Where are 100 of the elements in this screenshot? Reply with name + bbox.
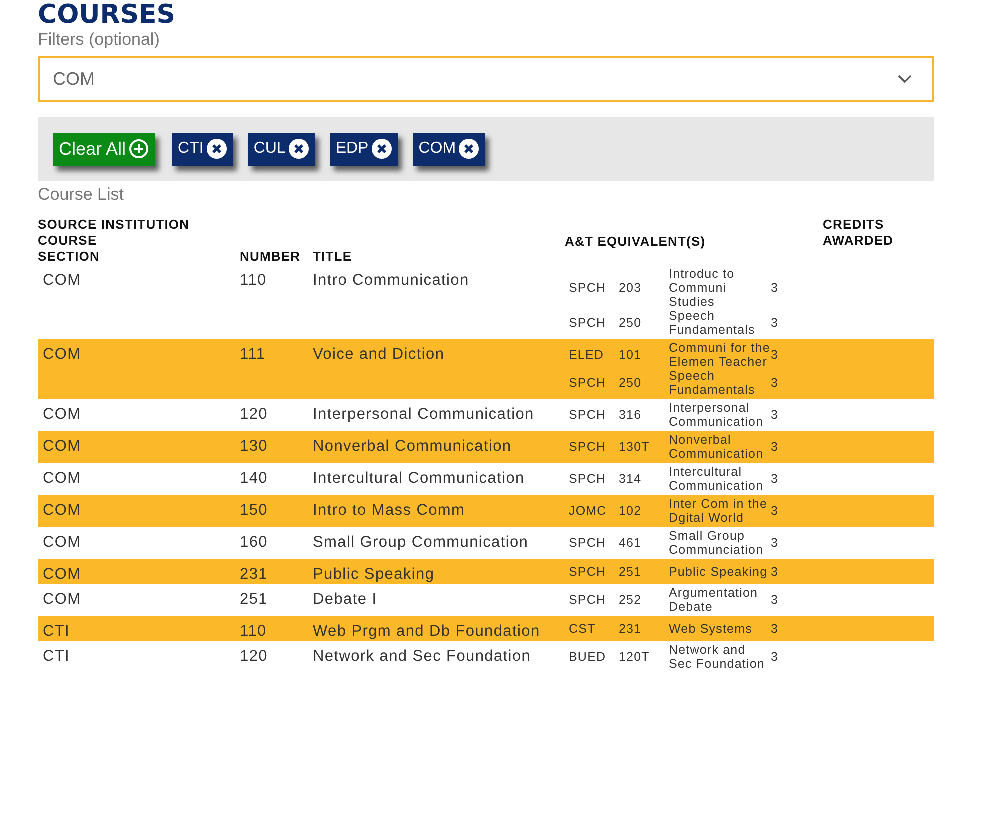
table-cell-text: Network and Sec Foundation	[669, 643, 766, 671]
table-cell-text: COM	[42, 533, 82, 553]
table-cell-text: SPCH	[568, 536, 608, 550]
table-cell-text: 461	[619, 536, 643, 550]
table-cell: 3	[771, 316, 779, 330]
chevron-down-icon	[898, 74, 912, 84]
table-cell: 3	[771, 408, 779, 422]
table-cell-text: SPCH	[568, 593, 608, 607]
table-cell: 3	[771, 348, 779, 362]
table-cell-text: COM	[42, 469, 82, 489]
column-header: SOURCE INSTITUTION	[38, 217, 191, 233]
table-cell-text: 231	[619, 622, 643, 636]
table-cell: Communi for the Elemen Teacher	[669, 341, 771, 369]
table-cell: 3	[771, 472, 779, 486]
table-cell-text: Interpersonal Communication	[669, 401, 765, 429]
table-cell-text: Intercultural Communication	[669, 465, 765, 493]
table-cell-text: 102	[619, 504, 643, 518]
table-cell-text: Speech Fundamentals	[669, 369, 756, 397]
table-cell-text: Speech Fundamentals	[669, 309, 756, 337]
table-cell-text: 160	[240, 533, 269, 553]
table-cell: 3	[771, 440, 779, 454]
filter-chip[interactable]: EDP	[330, 132, 398, 166]
filter-chip[interactable]: COM	[412, 132, 486, 166]
table-cell-text: Web Systems	[669, 622, 754, 636]
remove-icon	[206, 139, 227, 159]
table-cell-text: 130	[240, 437, 269, 457]
table-cell-text: Public Speaking	[669, 564, 769, 578]
table-cell-text: BUED	[568, 650, 608, 664]
table-cell-text: COM	[42, 565, 82, 584]
filter-chip[interactable]: CTI	[172, 132, 233, 166]
table-cell-text: Interpersonal Communication	[313, 405, 536, 425]
table-cell-text: COM	[42, 501, 82, 521]
table-cell: 3	[771, 622, 779, 636]
table-cell-text: SPCH	[568, 281, 608, 295]
table-cell-text: Intro to Mass Comm	[313, 501, 466, 521]
table-cell-text: SPCH	[568, 472, 608, 486]
filter-chip[interactable]: CUL	[248, 132, 315, 166]
table-cell-text: 130T	[619, 440, 651, 454]
table-cell-text: SPCH	[568, 408, 608, 422]
column-header: A&T EQUIVALENT(S)	[565, 234, 707, 248]
table-cell: 3	[771, 376, 779, 390]
table-cell-text: COM	[42, 405, 82, 425]
table-cell-text: Web Prgm and Db Foundation	[313, 622, 542, 641]
table-cell-text: 120	[240, 647, 269, 667]
table-cell-text: 101	[619, 348, 643, 362]
table-cell-text: SPCH	[568, 376, 608, 390]
table-cell-text: Argumentation Debate	[669, 586, 760, 614]
remove-icon	[459, 139, 480, 159]
table-cell-text: 316	[619, 408, 643, 422]
table-cell-text: SPCH	[568, 316, 608, 330]
table-cell-text: 252	[619, 593, 643, 607]
table-cell-text: SPCH	[568, 564, 608, 578]
table-cell-text: Public Speaking	[313, 565, 436, 584]
table-cell-text: 110	[240, 622, 268, 641]
table-cell-text: Intro Communication	[313, 271, 470, 291]
table-cell-text: Small Group Communication	[313, 533, 530, 553]
table-cell-text: Inter Com in the Dgital World	[669, 497, 769, 525]
page-heading: COURSES	[38, 0, 177, 30]
column-header: TITLE	[313, 249, 354, 265]
remove-icon	[288, 139, 309, 159]
clear-all-button[interactable]: Clear All	[53, 132, 156, 166]
table-cell-text: 231	[240, 565, 269, 584]
course-list-caption: Course List	[38, 185, 125, 205]
table-cell-text: Nonverbal Communication	[669, 433, 765, 461]
table-cell-text: 120	[240, 405, 269, 425]
table-cell-text: Nonverbal Communication	[313, 437, 513, 457]
column-header: NUMBER	[240, 249, 302, 265]
table-cell: 3	[771, 536, 779, 550]
table-cell: 3	[771, 281, 779, 295]
table-cell-text: COM	[42, 345, 82, 365]
table-cell-text: 250	[619, 376, 643, 390]
table-cell-text: ELED	[568, 348, 606, 362]
table-cell-text: COM	[42, 271, 82, 291]
remove-icon	[372, 139, 392, 159]
table-cell-text: 251	[240, 590, 269, 610]
table-cell-text: CST	[568, 622, 597, 636]
filters-label: Filters (optional)	[38, 30, 161, 50]
table-cell-text: COM	[42, 590, 82, 610]
column-header: CREDITS	[823, 217, 886, 233]
table-cell-text: 250	[619, 316, 643, 330]
table-cell-text: JOMC	[568, 504, 608, 518]
table-cell-text: CTI	[42, 647, 72, 667]
filter-dropdown[interactable]: COM	[38, 56, 934, 102]
table-cell-text: 120T	[619, 650, 651, 664]
table-cell-text: Introduc to Communi Studies	[669, 267, 736, 309]
table-cell: 3	[771, 593, 779, 607]
table-cell-text: 110	[240, 271, 268, 291]
table-cell-text: 140	[240, 469, 269, 489]
table-cell-text: 314	[619, 472, 643, 486]
table-cell-text: Small Group Communciation	[669, 529, 765, 557]
table-cell-text: Network and Sec Foundation	[313, 647, 532, 667]
table-cell-text: 150	[240, 501, 269, 521]
table-cell-text: Debate I	[313, 590, 378, 610]
table-cell: 3	[771, 504, 779, 518]
table-cell-text: Intercultural Communication	[313, 469, 526, 489]
column-header: SECTION	[38, 249, 101, 265]
table-cell-text: 203	[619, 281, 643, 295]
table-cell: 3	[771, 650, 779, 664]
table-cell-text: 251	[619, 564, 643, 578]
table-cell-text: CTI	[42, 622, 72, 641]
